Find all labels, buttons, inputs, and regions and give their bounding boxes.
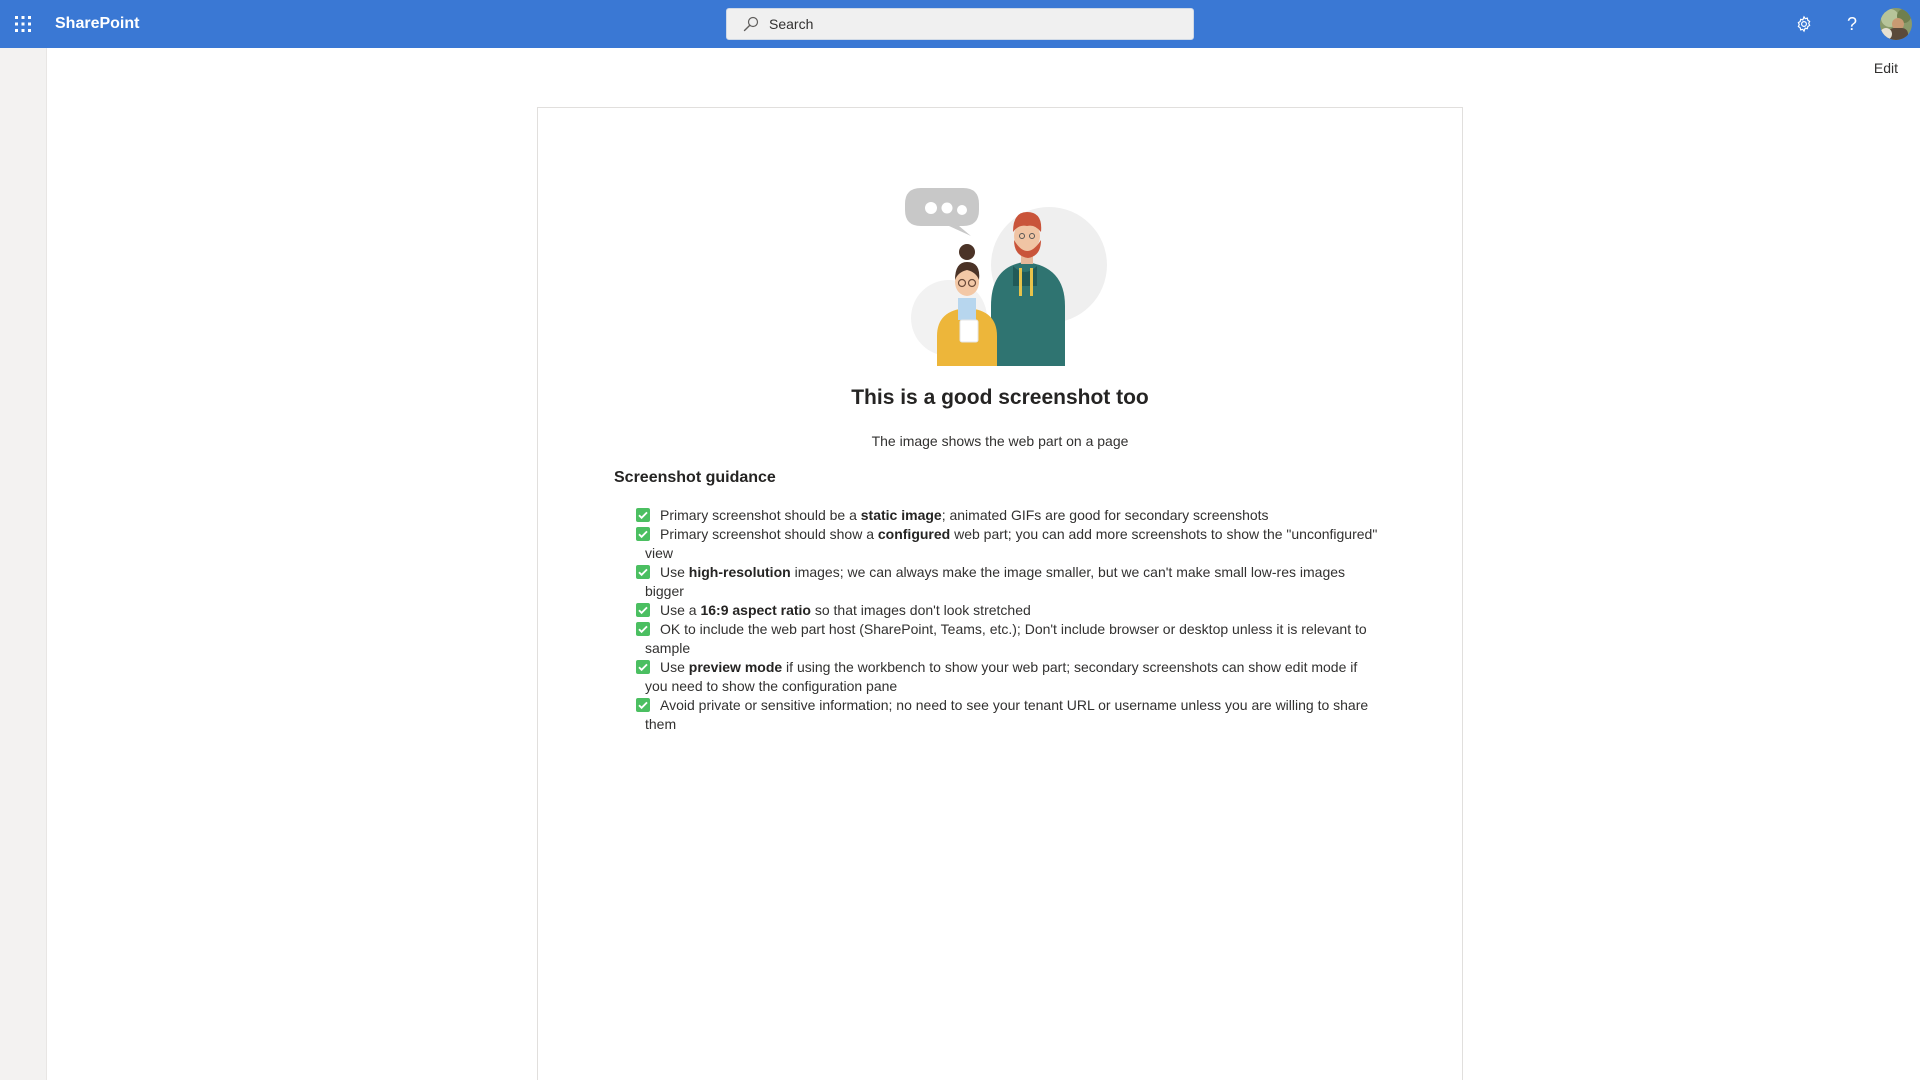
guidance-item: Avoid private or sensitive information; … xyxy=(636,696,1380,734)
guidance-item: Use high-resolution images; we can alway… xyxy=(636,563,1380,601)
checkbox-checked-icon xyxy=(636,603,650,617)
gear-icon xyxy=(1797,15,1811,33)
page-subtitle: The image shows the web part on a page xyxy=(871,433,1129,449)
app-launcher-button[interactable] xyxy=(0,0,46,48)
checkbox-checked-icon xyxy=(636,508,650,522)
edit-page-button[interactable]: Edit xyxy=(1874,60,1898,76)
app-launcher-icon xyxy=(15,16,31,32)
people-illustration xyxy=(905,188,1107,366)
help-icon: ? xyxy=(1846,13,1857,34)
settings-button[interactable] xyxy=(1780,0,1828,48)
checkbox-checked-icon xyxy=(636,698,650,712)
guidance-item: Primary screenshot should show a configu… xyxy=(636,525,1380,563)
checkbox-checked-icon xyxy=(636,660,650,674)
checkbox-checked-icon xyxy=(636,527,650,541)
user-avatar[interactable] xyxy=(1880,8,1912,40)
page-title: This is a good screenshot too xyxy=(851,386,1149,409)
guidance-list: Primary screenshot should be a static im… xyxy=(636,506,1380,734)
guidance-item: Primary screenshot should be a static im… xyxy=(636,506,1380,525)
search-icon xyxy=(743,16,759,32)
search-input[interactable] xyxy=(769,16,1169,32)
suite-bar: SharePoint ? xyxy=(0,0,1920,48)
guidance-item: Use a 16:9 aspect ratio so that images d… xyxy=(636,601,1380,620)
app-name-link[interactable]: SharePoint xyxy=(55,15,139,33)
help-button[interactable]: ? xyxy=(1828,0,1876,48)
search-box[interactable] xyxy=(726,8,1194,40)
guidance-item: Use preview mode if using the workbench … xyxy=(636,658,1380,696)
guidance-item: OK to include the web part host (SharePo… xyxy=(636,620,1380,658)
web-part-card: This is a good screenshot too The image … xyxy=(537,107,1463,1080)
checkbox-checked-icon xyxy=(636,622,650,636)
guidance-heading: Screenshot guidance xyxy=(614,469,776,486)
left-app-bar xyxy=(0,48,47,1080)
suite-right-controls: ? xyxy=(1780,0,1920,48)
checkbox-checked-icon xyxy=(636,565,650,579)
avatar-photo xyxy=(1880,8,1912,40)
